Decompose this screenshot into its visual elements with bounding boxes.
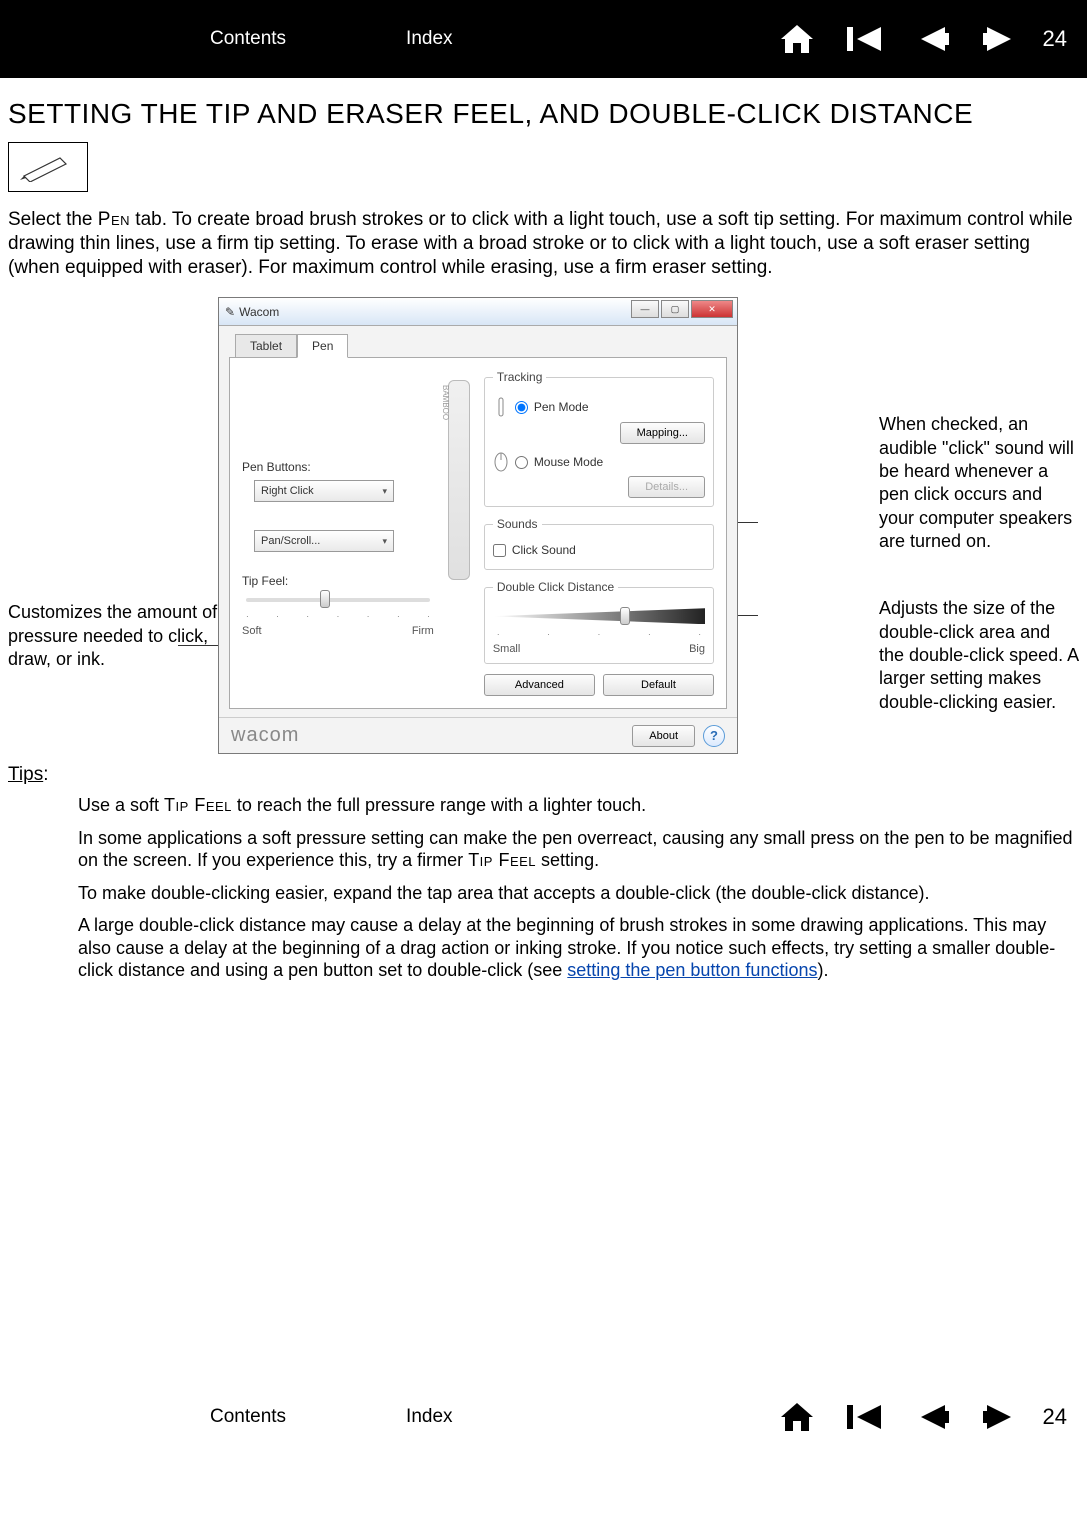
double-click-distance-group: Double Click Distance ····· Small Big <box>484 580 714 664</box>
minimize-button[interactable]: — <box>631 300 659 318</box>
click-sound-checkbox[interactable] <box>493 544 506 557</box>
tip-feel-slider[interactable] <box>246 598 430 602</box>
diagram-area: Customizes the amount of pressure needed… <box>8 297 1079 754</box>
intro-paragraph: Select the Pen tab. To create broad brus… <box>8 208 1079 279</box>
window-titlebar: ✎ Wacom — ▢ ✕ <box>219 298 737 326</box>
page-number-top: 24 <box>1043 26 1067 52</box>
pen-illustration: BAMBOO <box>448 380 470 580</box>
prev-page-icon[interactable] <box>915 23 951 55</box>
home-icon[interactable] <box>779 23 815 55</box>
tip-feel-label: Tip Feel: <box>242 574 434 588</box>
pen-buttons-label: Pen Buttons: <box>242 460 434 474</box>
wacom-logo: wacom <box>231 724 299 747</box>
pen-mode-icon <box>493 396 509 418</box>
help-button[interactable]: ? <box>703 725 725 747</box>
window-title: Wacom <box>239 305 279 319</box>
first-page-icon[interactable] <box>845 1401 885 1433</box>
tracking-group: Tracking Pen Mode Mapping... <box>484 370 714 507</box>
pen-button-functions-link[interactable]: setting the pen button functions <box>567 960 817 980</box>
details-button[interactable]: Details... <box>628 476 705 498</box>
pen-button-upper-dropdown[interactable]: Right Click <box>254 480 394 502</box>
tab-pen[interactable]: Pen <box>297 334 348 358</box>
click-sound-label: Click Sound <box>512 543 576 557</box>
tips-list: Use a soft Tip Feel to reach the full pr… <box>78 794 1079 982</box>
mouse-mode-radio[interactable] <box>515 456 528 469</box>
about-button[interactable]: About <box>632 725 695 747</box>
tab-tablet[interactable]: Tablet <box>235 334 297 358</box>
callout-dcd: Adjusts the size of the double-click are… <box>879 597 1079 714</box>
maximize-button[interactable]: ▢ <box>661 300 689 318</box>
mapping-button[interactable]: Mapping... <box>620 422 705 444</box>
callout-click-sound: When checked, an audible "click" sound w… <box>879 413 1079 553</box>
pen-thumbnail <box>8 142 88 192</box>
mouse-mode-label: Mouse Mode <box>534 455 603 469</box>
page-number-bottom: 24 <box>1043 1404 1067 1430</box>
sounds-group: Sounds Click Sound <box>484 517 714 570</box>
tip-feel-firm-label: Firm <box>412 625 434 637</box>
next-page-icon[interactable] <box>981 1401 1017 1433</box>
top-nav-bar: Contents Index 24 <box>0 0 1087 78</box>
first-page-icon[interactable] <box>845 23 885 55</box>
dcd-slider[interactable] <box>493 608 705 624</box>
wacom-preferences-window: ✎ Wacom — ▢ ✕ Tablet Pen Pen Buttons: Ri… <box>218 297 738 754</box>
mouse-mode-icon <box>493 452 509 472</box>
index-link[interactable]: Index <box>406 28 452 50</box>
dcd-big-label: Big <box>689 643 705 655</box>
advanced-button[interactable]: Advanced <box>484 674 595 696</box>
bottom-nav-bar: Contents Index 24 <box>0 1382 1087 1452</box>
contents-link-bottom[interactable]: Contents <box>210 1406 286 1428</box>
callout-tip-feel: Customizes the amount of pressure needed… <box>8 601 218 671</box>
default-button[interactable]: Default <box>603 674 714 696</box>
pen-button-lower-dropdown[interactable]: Pan/Scroll... <box>254 530 394 552</box>
tip-feel-soft-label: Soft <box>242 625 262 637</box>
index-link-bottom[interactable]: Index <box>406 1406 452 1428</box>
page-heading: SETTING THE TIP AND ERASER FEEL, AND DOU… <box>8 98 1079 130</box>
home-icon[interactable] <box>779 1401 815 1433</box>
tips-heading: Tips <box>8 764 43 785</box>
pen-mode-radio[interactable] <box>515 401 528 414</box>
prev-page-icon[interactable] <box>915 1401 951 1433</box>
close-button[interactable]: ✕ <box>691 300 733 318</box>
contents-link[interactable]: Contents <box>210 28 286 50</box>
pen-mode-label: Pen Mode <box>534 400 589 414</box>
dcd-small-label: Small <box>493 643 521 655</box>
next-page-icon[interactable] <box>981 23 1017 55</box>
